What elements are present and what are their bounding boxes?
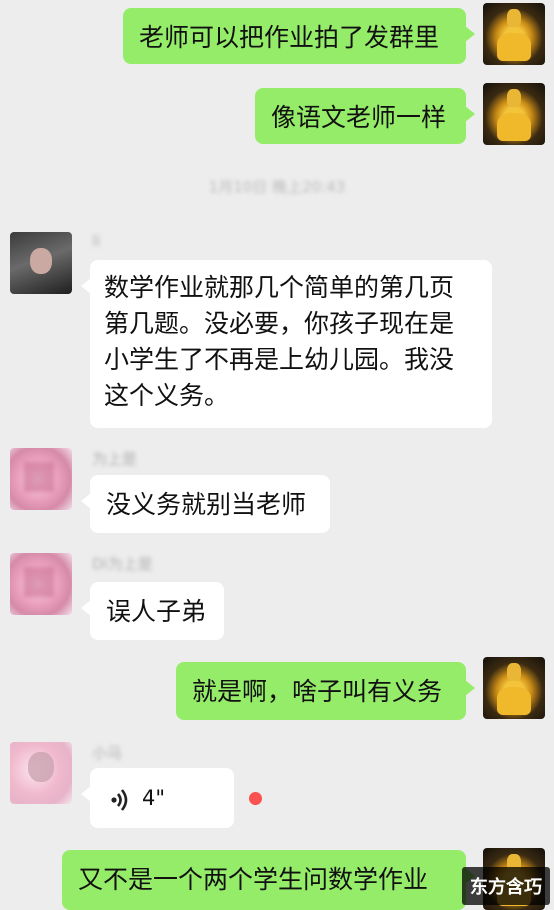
contact-nickname: Di为上是 [92, 555, 153, 573]
message-text: 老师可以把作业拍了发群里 [139, 23, 440, 52]
received-message-bubble[interactable]: 误人子弟 [81, 582, 224, 640]
contact-avatar[interactable] [10, 232, 72, 294]
message-text: 就是啊，啥子叫有义务 [192, 677, 443, 706]
chat-timestamp: 1月10日 晚上20:43 [208, 178, 346, 196]
received-message-bubble[interactable]: 数学作业就那几个简单的第几页 第几题。没必要，你孩子现在是 小学生了不再是上幼儿… [81, 260, 492, 428]
message-line: 小学生了不再是上幼儿园。我没 [104, 345, 455, 374]
contact-avatar[interactable] [10, 448, 72, 510]
my-avatar[interactable] [483, 3, 545, 65]
sent-message-bubble[interactable]: 像语文老师一样 [255, 88, 475, 144]
message-text: 又不是一个两个学生问数学作业 [78, 865, 429, 894]
unread-voice-dot [249, 792, 262, 805]
message-line: 第几题。没必要，你孩子现在是 [104, 309, 455, 338]
contact-nickname: li [92, 232, 101, 250]
sent-message-bubble[interactable]: 老师可以把作业拍了发群里 [123, 8, 475, 64]
message-line: 数学作业就那几个简单的第几页 [104, 273, 455, 302]
voice-duration: 4" [142, 786, 166, 810]
contact-nickname: 为上是 [92, 450, 138, 468]
sent-message-bubble[interactable]: 又不是一个两个学生问数学作业 [62, 850, 475, 910]
my-avatar[interactable] [483, 83, 545, 145]
my-avatar[interactable] [483, 657, 545, 719]
message-text: 没义务就别当老师 [106, 490, 307, 519]
sent-message-bubble[interactable]: 就是啊，啥子叫有义务 [176, 662, 475, 720]
message-text: 像语文老师一样 [271, 103, 447, 132]
contact-avatar[interactable] [10, 742, 72, 804]
received-message-bubble[interactable]: 没义务就别当老师 [81, 475, 330, 533]
voice-message-bubble[interactable]: 4" [81, 768, 234, 828]
contact-avatar[interactable] [10, 553, 72, 615]
voice-wave-icon [110, 786, 132, 822]
contact-nickname: 小马 [92, 744, 123, 762]
watermark-label: 东方含巧 [462, 867, 550, 905]
message-line: 这个义务。 [104, 381, 230, 410]
message-text: 误人子弟 [106, 597, 207, 626]
